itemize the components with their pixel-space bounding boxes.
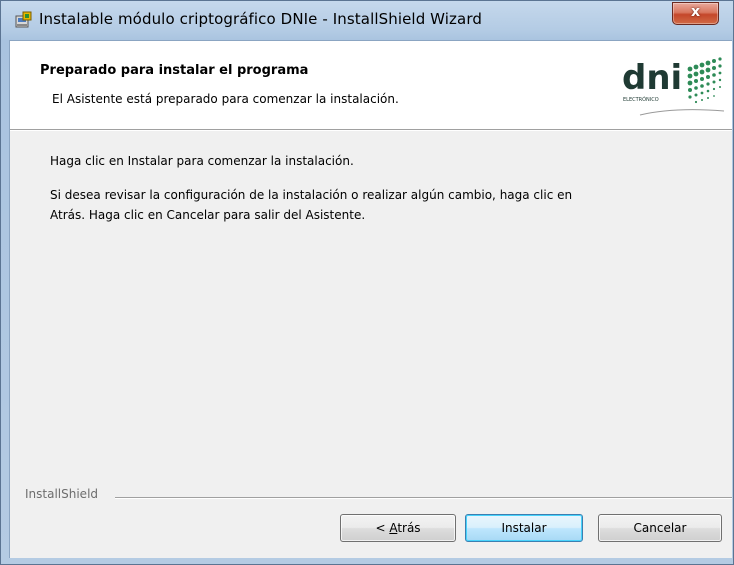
back-button[interactable]: < Atrás [340,514,456,542]
wizard-client-area: Preparado para instalar el programa El A… [9,40,732,558]
installer-window: Instalable módulo criptográfico DNIe - I… [0,0,734,565]
close-icon: x [690,4,701,20]
cancel-button[interactable]: Cancelar [598,514,722,542]
close-button[interactable]: x [672,2,719,25]
page-title: Preparado para instalar el programa [40,63,309,78]
dni-logo: dni ELECTRÓNICO [622,57,725,116]
footer-divider-highlight [115,498,732,499]
page-subtitle: El Asistente está preparado para comenza… [52,92,399,106]
wizard-header: Preparado para instalar el programa El A… [10,41,732,129]
installshield-label: InstallShield [25,487,103,501]
install-button[interactable]: Instalar [465,514,583,542]
logo-text: dni [622,58,682,98]
header-divider-highlight [10,130,732,131]
title-bar[interactable]: Instalable módulo criptográfico DNIe - I… [1,1,733,39]
logo-swoosh-icon [639,109,725,116]
instruction-text: Haga clic en Instalar para comenzar la i… [50,154,354,168]
review-text-line-1: Si desea revisar la configuración de la … [50,188,573,202]
window-title: Instalable módulo criptográfico DNIe - I… [39,10,482,28]
logo-dots-icon [687,57,722,104]
installer-icon [15,11,32,28]
back-button-rest: trás [397,521,421,535]
review-text-line-2: Atrás. Haga clic en Cancelar para salir … [50,208,366,222]
logo-subtext: ELECTRÓNICO [623,96,659,103]
back-button-prefix: < [375,521,390,535]
